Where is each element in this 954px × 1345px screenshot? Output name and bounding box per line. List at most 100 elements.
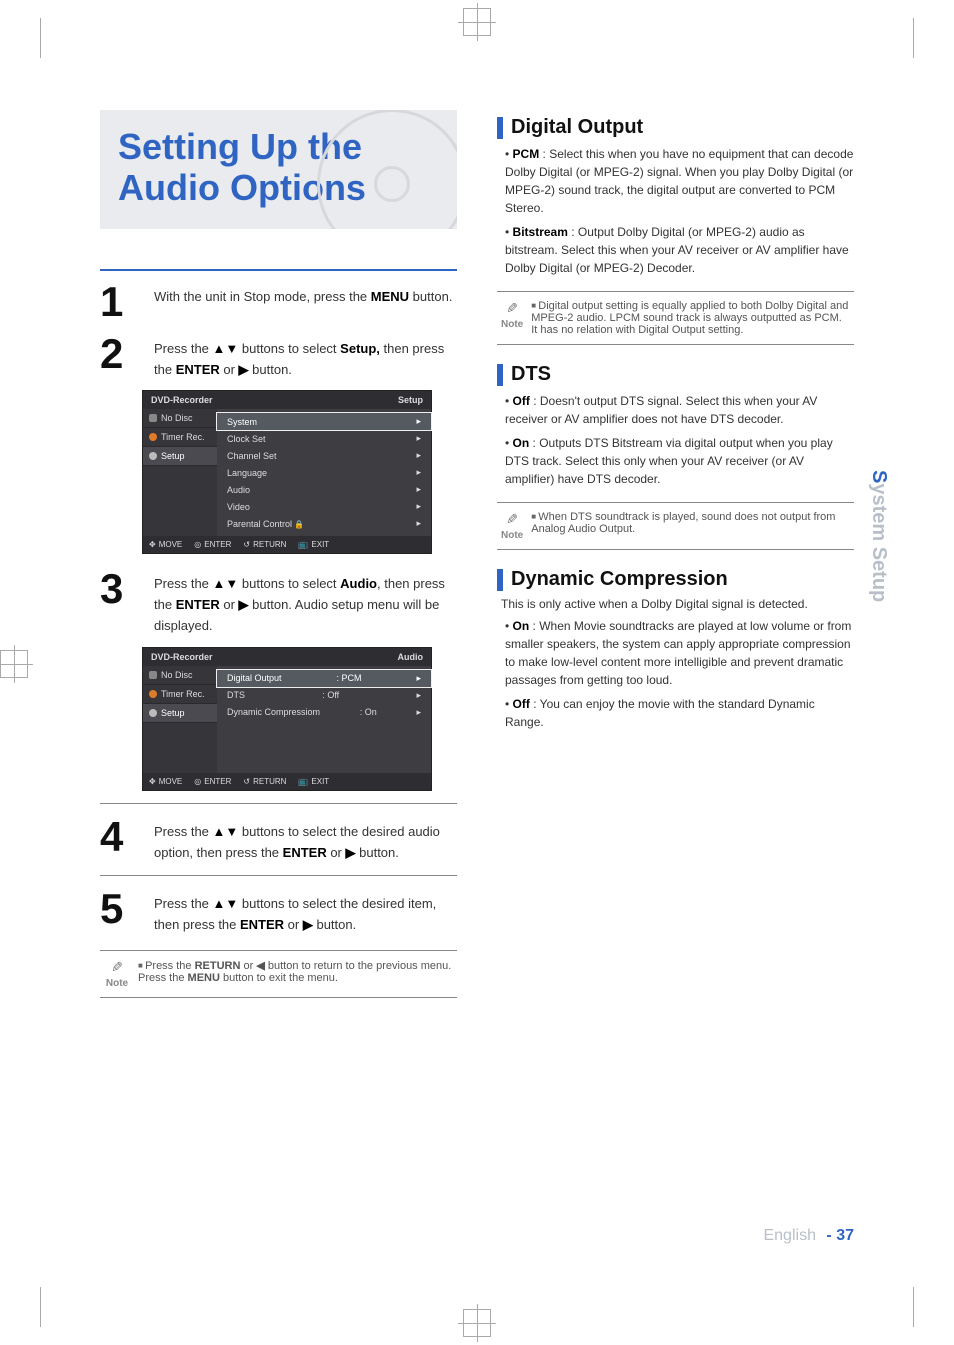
section-bar-icon xyxy=(497,569,503,591)
text: or xyxy=(220,362,239,377)
enter-label: ENTER xyxy=(176,362,220,377)
step-text: Press the ▲▼ buttons to select Audio, th… xyxy=(154,568,457,636)
step-text: Press the ▲▼ buttons to select Setup, th… xyxy=(154,333,457,381)
registration-mark-left xyxy=(0,650,28,678)
step-number: 2 xyxy=(100,333,140,381)
text: Press the xyxy=(145,960,195,972)
osd-row-audio: Audio xyxy=(217,481,431,498)
osd-row-digital: Digital Output: PCM xyxy=(217,670,431,687)
arrow-updown-icon: ▲▼ xyxy=(213,341,239,356)
osd-row-system: System xyxy=(217,413,431,430)
osd-row-dyncomp: Dynamic Compressiom: On xyxy=(217,704,431,721)
footer-dash: - xyxy=(826,1227,836,1244)
divider xyxy=(100,269,457,271)
label: Off xyxy=(513,697,530,711)
section-intro: This is only active when a Dolby Digital… xyxy=(501,597,850,611)
osd-main: Digital Output: PCM DTS: Off Dynamic Com… xyxy=(217,666,431,773)
text: Press the xyxy=(154,896,213,911)
bullet-dyn-on: On : When Movie soundtracks are played a… xyxy=(505,617,854,689)
label: Parental Control xyxy=(227,519,304,529)
label: Timer Rec. xyxy=(161,689,205,699)
section-title: DTS xyxy=(511,363,551,386)
label: Setup xyxy=(161,451,185,461)
gear-icon xyxy=(149,709,157,717)
osd-sidebar: No Disc Timer Rec. Setup xyxy=(143,666,217,773)
step-number: 4 xyxy=(100,816,140,864)
osd-side-nodisc: No Disc xyxy=(143,409,217,428)
crop-mark xyxy=(913,18,914,58)
text: button. xyxy=(356,845,399,860)
text: button. xyxy=(313,917,356,932)
registration-mark-bottom xyxy=(463,1309,491,1337)
osd-titlebar: DVD-Recorder Setup xyxy=(143,391,431,409)
footer-language: English xyxy=(763,1227,815,1244)
osd-title-right: Setup xyxy=(398,395,423,405)
bullet-pcm: PCM : Select this when you have no equip… xyxy=(505,145,854,217)
setup-label: Setup, xyxy=(340,341,380,356)
disc-icon xyxy=(149,414,157,422)
text: button. xyxy=(249,362,292,377)
note-item: Press the RETURN or ◀ button to return t… xyxy=(138,959,451,984)
note-icon: Note xyxy=(501,511,523,541)
text: buttons to select xyxy=(238,576,340,591)
osd-titlebar: DVD-Recorder Audio xyxy=(143,648,431,666)
osd-row-dts: DTS: Off xyxy=(217,687,431,704)
step-number: 3 xyxy=(100,568,140,636)
text: Press the xyxy=(138,972,188,984)
divider xyxy=(100,875,457,876)
left-column: Setting Up the Audio Options 1 With the … xyxy=(100,110,457,1225)
text: : Outputs DTS Bitstream via digital outp… xyxy=(505,436,833,486)
text: Digital output setting is equally applie… xyxy=(531,300,848,336)
label: System xyxy=(227,417,257,427)
text: When DTS soundtrack is played, sound doe… xyxy=(531,511,835,535)
page-number: 37 xyxy=(836,1227,854,1244)
crop-mark xyxy=(40,1287,41,1327)
note-list: Press the RETURN or ◀ button to return t… xyxy=(138,959,451,984)
osd-title-right: Audio xyxy=(398,652,424,662)
text: Press the xyxy=(154,576,213,591)
step-5: 5 Press the ▲▼ buttons to select the des… xyxy=(100,888,457,936)
osd-side-setup: Setup xyxy=(143,704,217,723)
text: With the unit in Stop mode, press the xyxy=(154,289,371,304)
label: PCM xyxy=(513,147,540,161)
section-digital-output: Digital Output xyxy=(497,116,854,139)
osd-foot-move: MOVE xyxy=(149,777,182,786)
return-label: RETURN xyxy=(195,960,241,972)
label: Audio xyxy=(227,485,250,495)
text: or xyxy=(284,917,303,932)
bullet-dts-on: On : Outputs DTS Bitstream via digital o… xyxy=(505,434,854,488)
osd-setup-screenshot: DVD-Recorder Setup No Disc Timer Rec. Se… xyxy=(142,390,432,554)
crop-mark xyxy=(40,18,41,58)
bullet-list: Off : Doesn't output DTS signal. Select … xyxy=(505,392,854,488)
note-item: Digital output setting is equally applie… xyxy=(531,300,850,336)
text: or xyxy=(327,845,346,860)
registration-mark-top xyxy=(463,8,491,36)
bullet-dyn-off: Off : You can enjoy the movie with the s… xyxy=(505,695,854,731)
page-footer: English - 37 xyxy=(763,1227,854,1245)
bullet-dts-off: Off : Doesn't output DTS signal. Select … xyxy=(505,392,854,428)
bullet-list: PCM : Select this when you have no equip… xyxy=(505,145,854,277)
note-box: Note Press the RETURN or ◀ button to ret… xyxy=(100,950,457,998)
text: button. xyxy=(409,289,452,304)
note-icon: Note xyxy=(501,300,523,330)
enter-label: ENTER xyxy=(283,845,327,860)
osd-main: System Clock Set Channel Set Language Au… xyxy=(217,409,431,536)
disc-icon xyxy=(149,671,157,679)
step-text: Press the ▲▼ buttons to select the desir… xyxy=(154,816,457,864)
enter-label: ENTER xyxy=(240,917,284,932)
chevron-right-icon xyxy=(416,484,421,495)
step-number: 5 xyxy=(100,888,140,936)
side-tab-text: ystem Setup xyxy=(868,483,890,602)
label: Digital Output xyxy=(227,673,282,683)
text: : You can enjoy the movie with the stand… xyxy=(505,697,815,729)
label: No Disc xyxy=(161,670,193,680)
arrow-left-icon: ◀ xyxy=(256,960,264,972)
osd-foot-enter: ENTER xyxy=(194,540,231,549)
label: Clock Set xyxy=(227,434,266,444)
label: On xyxy=(513,619,530,633)
audio-label: Audio xyxy=(340,576,377,591)
osd-foot-move: MOVE xyxy=(149,540,182,549)
chevron-right-icon xyxy=(416,450,421,461)
arrow-right-icon: ▶ xyxy=(346,845,356,860)
osd-footer: MOVE ENTER RETURN EXIT xyxy=(143,773,431,790)
